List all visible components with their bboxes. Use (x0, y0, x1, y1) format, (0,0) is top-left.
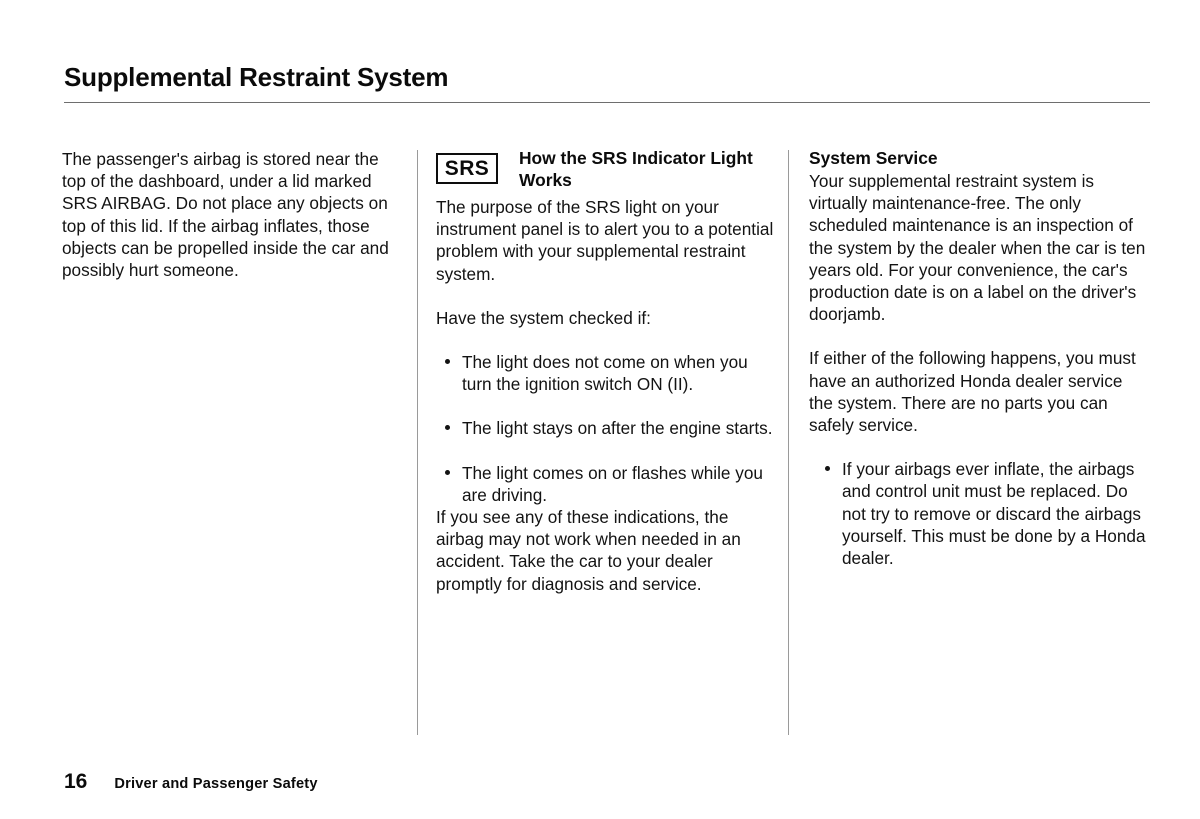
system-service-bullet-list: If your airbags ever inflate, the airbag… (809, 458, 1151, 569)
list-item: The light stays on after the engine star… (444, 417, 776, 439)
title-horizontal-rule (64, 102, 1150, 103)
list-item: The light does not come on when you turn… (444, 351, 776, 395)
have-system-checked-lead-in: Have the system checked if: (436, 307, 651, 328)
list-item: If your airbags ever inflate, the airbag… (824, 458, 1151, 569)
footer-section-name: Driver and Passenger Safety (114, 776, 318, 792)
list-item-text: The light comes on or flashes while you … (462, 462, 763, 505)
maintenance-paragraph: Your supplemental restraint system is vi… (809, 171, 1146, 325)
authorized-dealer-paragraph: If either of the following happens, you … (809, 348, 1136, 436)
srs-indicator-badge-icon: SRS (436, 153, 498, 184)
indications-closing-paragraph: If you see any of these indications, the… (436, 507, 741, 594)
passenger-airbag-paragraph: The passenger's airbag is stored near th… (62, 149, 389, 281)
srs-indicator-heading: How the SRS Indicator Light Works (519, 148, 753, 190)
page-footer: 16 Driver and Passenger Safety (64, 770, 318, 794)
system-service-heading: System Service (809, 148, 938, 168)
srs-light-purpose-paragraph: The purpose of the SRS light on your ins… (436, 197, 774, 284)
bullet-dot-icon (445, 359, 450, 365)
srs-indicator-header: SRS How the SRS Indicator Light Works (436, 148, 776, 196)
list-item-text: If your airbags ever inflate, the airbag… (842, 459, 1146, 569)
left-column: The passenger's airbag is stored near th… (62, 148, 404, 281)
bullet-dot-icon (445, 469, 450, 475)
column-divider-left (417, 150, 418, 735)
middle-column: SRS How the SRS Indicator Light Works Th… (436, 148, 776, 595)
bullet-dot-icon (825, 466, 830, 472)
system-check-bullet-list: The light does not come on when you turn… (436, 351, 776, 506)
list-item-text: The light stays on after the engine star… (462, 418, 773, 439)
footer-page-number: 16 (64, 770, 88, 793)
list-item-text: The light does not come on when you turn… (462, 352, 748, 395)
list-item: The light comes on or flashes while you … (444, 462, 776, 506)
right-column: System Service Your supplemental restrai… (809, 148, 1151, 569)
bullet-dot-icon (445, 425, 450, 431)
page-title: Supplemental Restraint System (64, 62, 449, 92)
column-divider-right (788, 150, 789, 735)
